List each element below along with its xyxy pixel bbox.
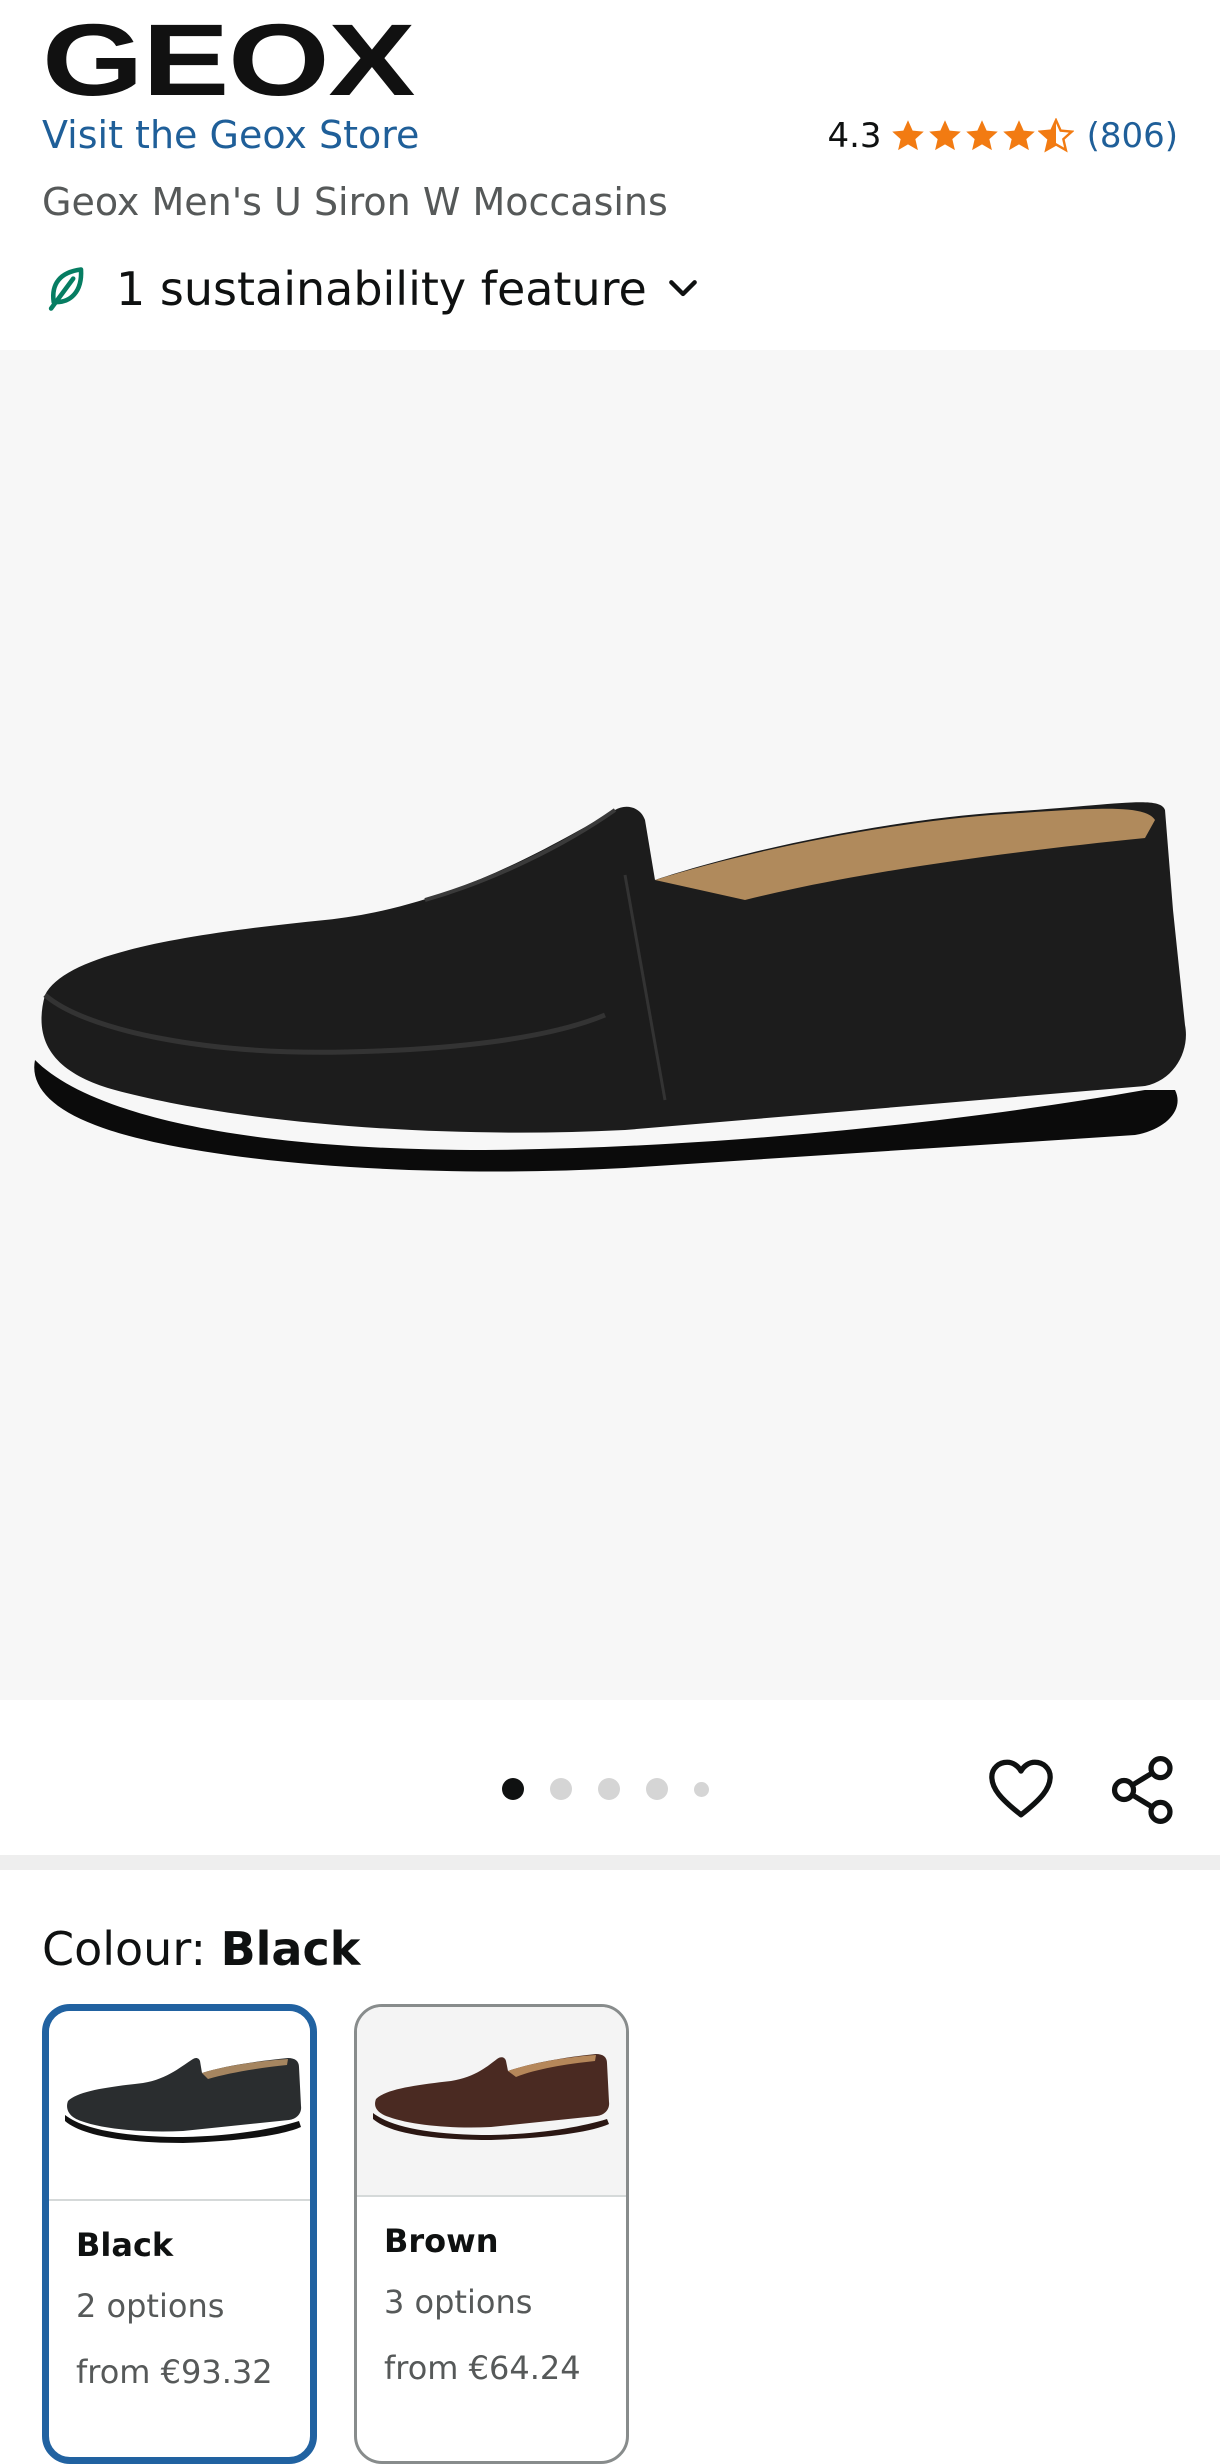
share-icon[interactable] xyxy=(1108,1755,1178,1825)
carousel-dot[interactable] xyxy=(550,1778,572,1800)
rating-summary[interactable]: 4.3 (806) xyxy=(827,116,1178,156)
colour-selected-value: Black xyxy=(220,1922,361,1976)
heart-icon[interactable] xyxy=(986,1755,1056,1825)
star-full-icon xyxy=(928,120,961,151)
carousel-dot[interactable] xyxy=(598,1778,620,1800)
product-image-gallery[interactable] xyxy=(0,350,1220,1700)
colour-label: Colour: Black xyxy=(42,1922,360,1976)
swatch-image xyxy=(49,2011,310,2201)
brown-moccasin-thumbnail xyxy=(373,2054,610,2140)
gallery-controls xyxy=(0,1700,1220,1855)
colour-selector: Colour: Black Black 2 options from €93.3… xyxy=(0,1870,1220,2464)
star-full-icon xyxy=(891,120,924,151)
star-full-icon xyxy=(1002,120,1035,151)
swatch-image xyxy=(357,2007,626,2197)
product-title: Geox Men's U Siron W Moccasins xyxy=(42,180,668,224)
review-count-link[interactable]: (806) xyxy=(1087,116,1178,156)
sustainability-label: 1 sustainability feature xyxy=(116,262,647,316)
visit-store-link[interactable]: Visit the Geox Store xyxy=(42,113,419,157)
section-divider xyxy=(0,1855,1220,1870)
rating-value: 4.3 xyxy=(827,116,882,156)
brand-logo[interactable]: GEOX xyxy=(42,9,415,111)
carousel-dot[interactable] xyxy=(694,1781,709,1797)
carousel-dot[interactable] xyxy=(646,1778,668,1800)
colour-label-prefix: Colour: xyxy=(42,1922,221,1976)
sustainability-feature-toggle[interactable]: 1 sustainability feature xyxy=(42,262,703,316)
swatch-price: from €64.24 xyxy=(384,2349,581,2387)
product-header: GEOX Visit the Geox Store 4.3 (806) Geox… xyxy=(0,0,1220,350)
swatch-options: 3 options xyxy=(384,2283,533,2321)
carousel-dot-active[interactable] xyxy=(502,1778,524,1800)
colour-swatch-black[interactable]: Black 2 options from €93.32 xyxy=(42,2004,317,2464)
carousel-dots[interactable] xyxy=(502,1778,735,1800)
leaf-icon xyxy=(48,267,84,311)
swatch-options: 2 options xyxy=(76,2287,225,2325)
star-rating xyxy=(890,118,1075,154)
black-moccasin-thumbnail xyxy=(65,2057,302,2143)
star-half-icon xyxy=(1037,118,1074,153)
product-image-black-moccasin xyxy=(34,802,1186,1172)
swatch-name: Black xyxy=(76,2226,174,2264)
colour-swatch-brown[interactable]: Brown 3 options from €64.24 xyxy=(354,2004,629,2464)
star-full-icon xyxy=(965,120,998,151)
swatch-price: from €93.32 xyxy=(76,2353,273,2391)
chevron-down-icon xyxy=(668,280,697,297)
swatch-name: Brown xyxy=(384,2222,499,2260)
